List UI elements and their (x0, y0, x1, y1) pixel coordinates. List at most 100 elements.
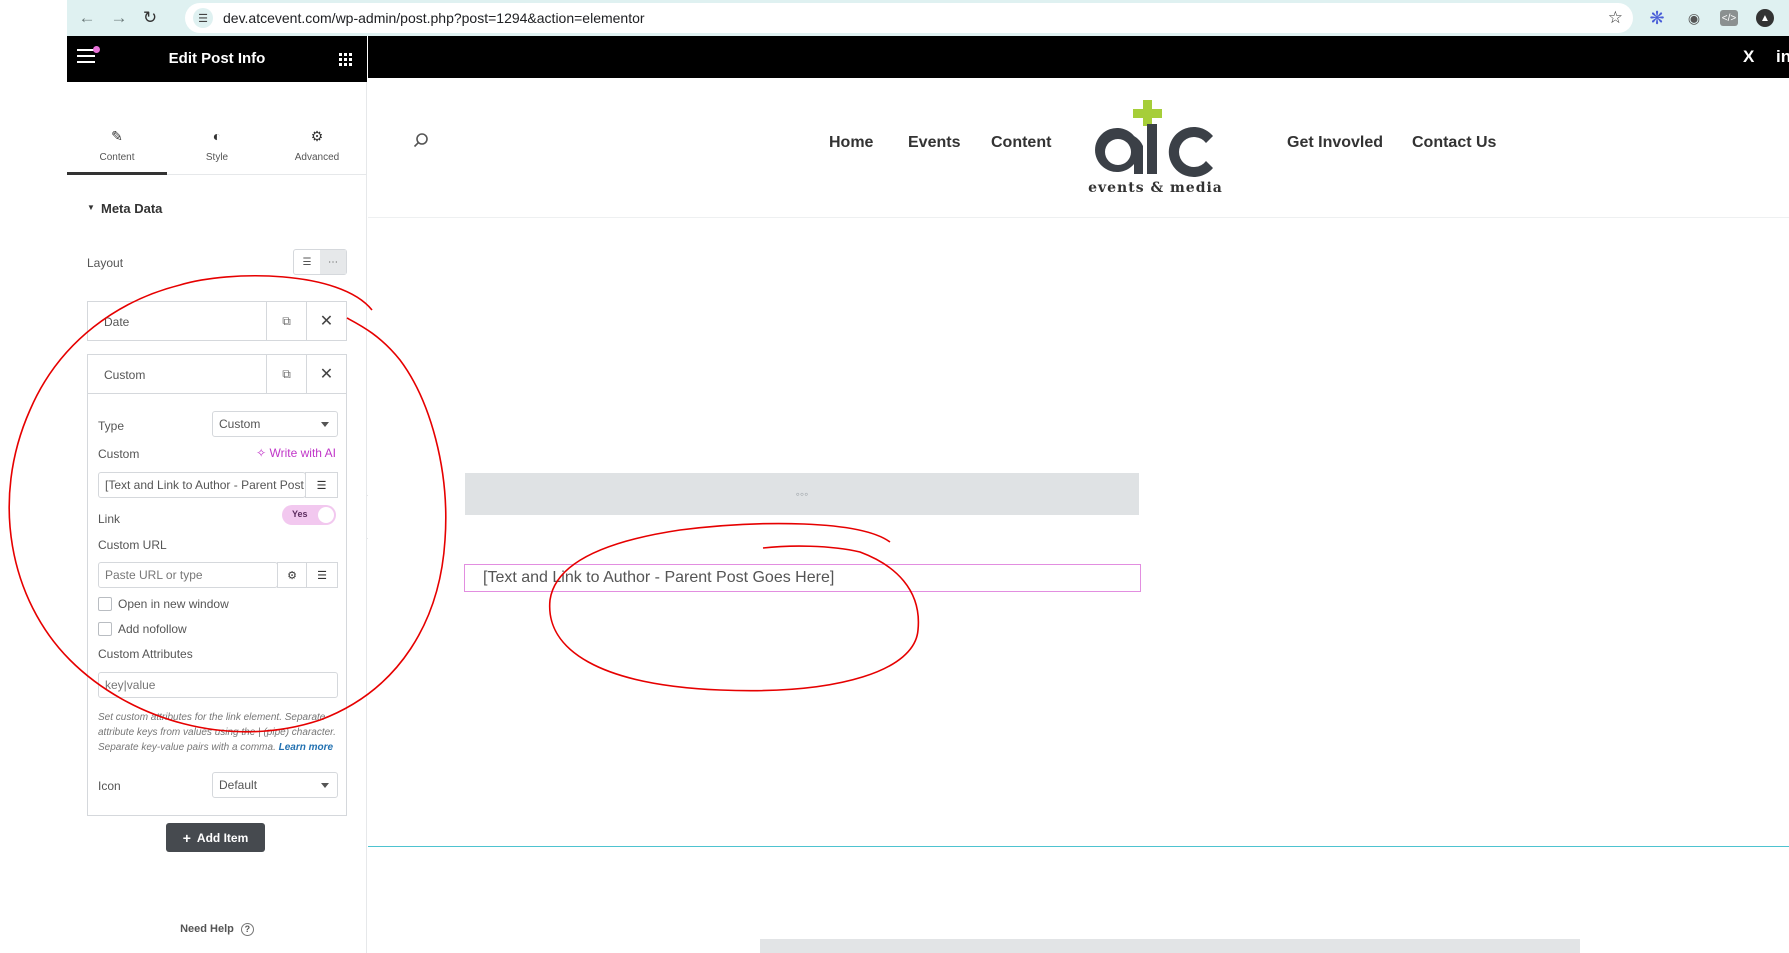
repeater-item-label: Date (104, 315, 130, 329)
nofollow-checkbox[interactable] (98, 622, 112, 636)
post-info-widget[interactable]: [Text and Link to Author - Parent Post G… (464, 564, 1141, 592)
address-bar[interactable]: ☰ dev.atcevent.com/wp-admin/post.php?pos… (185, 3, 1633, 33)
need-help-link[interactable]: Need Help ? (67, 923, 367, 936)
nofollow-label[interactable]: Add nofollow (118, 622, 187, 636)
placeholder-dots: ◦◦◦ (795, 487, 809, 501)
search-icon[interactable] (413, 132, 429, 148)
gear-icon: ⚙ (310, 128, 324, 144)
tab-label: Advanced (294, 152, 340, 163)
type-select-value: Custom (219, 417, 261, 431)
dynamic-tags-icon[interactable]: ☰ (305, 472, 338, 498)
custom-url-label: Custom URL (98, 538, 167, 552)
toggle-knob (318, 507, 334, 523)
tab-style[interactable]: ◐ Style (167, 82, 267, 175)
site-preview: X in Home Events Content events & media … (368, 36, 1789, 953)
gear-icon[interactable]: ⚙ (277, 562, 307, 588)
panel-tabs: ✎ Content ◐ Style ⚙ Advanced (67, 82, 367, 175)
help-circle-icon: ? (240, 923, 254, 936)
nav-content[interactable]: Content (991, 134, 1051, 152)
learn-more-link[interactable]: Learn more (279, 742, 333, 753)
panel-title: Edit Post Info (168, 50, 266, 67)
need-help-label: Need Help (180, 923, 234, 935)
back-icon[interactable]: ← (77, 8, 97, 28)
attributes-help-text: Set custom attributes for the link eleme… (98, 710, 340, 755)
repeater-item-date[interactable]: Date ⧉ ✕ (87, 301, 347, 341)
custom-label: Custom (98, 447, 140, 461)
custom-attributes-input[interactable]: key|value (98, 672, 338, 698)
author-link-text[interactable]: [Text and Link to Author - Parent Post G… (465, 569, 834, 587)
open-new-window-label[interactable]: Open in new window (118, 597, 229, 611)
page: ← → ↻ ☰ dev.atcevent.com/wp-admin/post.p… (0, 0, 1789, 953)
logo-mark (1095, 100, 1213, 177)
panel-header: Edit Post Info (67, 36, 367, 82)
tab-label: Style (205, 152, 229, 163)
atc-logo[interactable]: events & media (1088, 100, 1223, 200)
forward-icon[interactable]: → (109, 8, 129, 28)
repeater-item-label: Custom (104, 368, 146, 382)
extension-icon[interactable]: ❋ (1647, 8, 1667, 28)
bookmark-star-icon[interactable]: ☆ (1608, 8, 1623, 28)
url-text[interactable]: dev.atcevent.com/wp-admin/post.php?post=… (223, 10, 645, 26)
layout-label: Layout (87, 256, 124, 270)
close-icon[interactable]: ✕ (306, 355, 346, 393)
link-label: Link (98, 512, 121, 526)
nav-events[interactable]: Events (908, 134, 960, 152)
type-select[interactable]: Custom (212, 411, 338, 437)
linkedin-icon[interactable]: in (1776, 47, 1789, 67)
widget-placeholder[interactable]: ◦◦◦ (465, 473, 1139, 515)
profile-icon[interactable]: ▲ (1756, 9, 1774, 27)
site-settings-icon[interactable]: ☰ (193, 8, 213, 28)
section-title[interactable]: Meta Data (101, 201, 162, 216)
add-item-button[interactable]: + Add Item (166, 823, 265, 852)
duplicate-icon[interactable]: ⧉ (266, 355, 306, 393)
site-header: Home Events Content events & media Get I… (368, 78, 1789, 218)
widgets-grid-icon[interactable] (339, 53, 352, 66)
caret-down-icon[interactable]: ▼ (87, 203, 95, 212)
write-with-ai-button[interactable]: ✧ Write with AI (256, 446, 336, 460)
ai-link-label: Write with AI (269, 446, 336, 460)
editor-panel: Edit Post Info ✎ Content ◐ Style ⚙ Advan… (67, 36, 367, 953)
nav-contact-us[interactable]: Contact Us (1412, 134, 1496, 152)
tab-label: Content (99, 152, 135, 163)
duplicate-icon[interactable]: ⧉ (266, 302, 306, 340)
chevron-down-icon (321, 783, 329, 788)
screenshot-icon[interactable]: ◉ (1684, 8, 1704, 28)
tab-advanced[interactable]: ⚙ Advanced (267, 82, 367, 175)
nav-get-involved[interactable]: Get Invovled (1287, 134, 1383, 152)
custom-url-input[interactable]: Paste URL or type (98, 562, 278, 588)
plus-icon: + (182, 829, 191, 846)
x-social-icon[interactable]: X (1743, 47, 1754, 67)
toggle-label: Yes (292, 509, 308, 519)
link-toggle[interactable]: Yes (282, 505, 336, 525)
browser-chrome: ← → ↻ ☰ dev.atcevent.com/wp-admin/post.p… (0, 0, 1789, 36)
layout-toggle: ☰ ⋯ (293, 249, 347, 275)
icon-select[interactable]: Default (212, 772, 338, 798)
section-divider (368, 846, 1789, 847)
open-new-window-checkbox[interactable] (98, 597, 112, 611)
browser-toolbar: ← → ↻ ☰ dev.atcevent.com/wp-admin/post.p… (67, 0, 1789, 36)
repeater-item-custom[interactable]: Custom ⧉ ✕ (87, 354, 347, 394)
icon-select-value: Default (219, 778, 258, 792)
logo-text: events & media (1088, 180, 1223, 196)
list-layout-icon[interactable]: ☰ (294, 250, 320, 274)
ai-sparkle-icon: ✧ (256, 446, 270, 460)
site-topbar: X in (368, 36, 1789, 78)
pencil-icon: ✎ (111, 128, 123, 144)
dynamic-tags-icon[interactable]: ☰ (306, 562, 338, 588)
reload-icon[interactable]: ↻ (140, 8, 160, 28)
next-section-placeholder (760, 939, 1580, 953)
custom-item-panel: Type Custom Custom ✧ Write with AI [Text… (87, 394, 347, 816)
close-icon[interactable]: ✕ (306, 302, 346, 340)
chrome-left-blank (0, 0, 67, 36)
tab-content[interactable]: ✎ Content (67, 82, 167, 175)
devtools-extension-icon[interactable]: </> (1720, 10, 1738, 26)
type-label: Type (98, 419, 125, 433)
custom-text-input[interactable]: [Text and Link to Author - Parent Post G… (98, 472, 306, 498)
inline-layout-icon[interactable]: ⋯ (320, 250, 346, 274)
custom-attributes-label: Custom Attributes (98, 647, 193, 661)
half-circle-icon: ◐ (212, 128, 222, 144)
icon-label: Icon (98, 779, 121, 793)
nav-home[interactable]: Home (829, 134, 873, 152)
chevron-down-icon (321, 422, 329, 427)
add-item-label: Add Item (196, 830, 249, 845)
